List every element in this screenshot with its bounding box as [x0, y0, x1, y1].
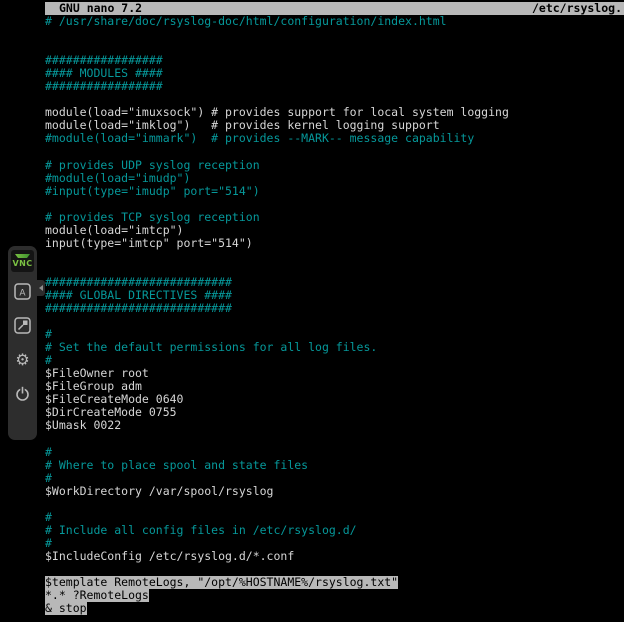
terminal-line	[45, 198, 624, 211]
terminal-line	[45, 498, 624, 511]
settings-button[interactable]: ⚙	[13, 350, 32, 369]
terminal-line: & stop	[45, 602, 87, 615]
settings-gear-icon: ⚙	[15, 350, 29, 369]
terminal-line: #module(load="imudp")	[45, 172, 624, 185]
keyboard-a-icon: A	[13, 282, 32, 301]
novnc-logo: VNC	[11, 250, 34, 272]
terminal-line: #	[45, 537, 624, 550]
terminal-line: ###########################	[45, 302, 624, 315]
terminal-line	[45, 145, 624, 158]
terminal-line: $Umask 0022	[45, 419, 624, 432]
novnc-logo-text: VNC	[13, 259, 33, 268]
terminal-line: #	[45, 472, 624, 485]
terminal-line: module(load="imtcp")	[45, 224, 624, 237]
terminal-lines: # /usr/share/doc/rsyslog-doc/html/config…	[45, 15, 624, 615]
terminal-line: #	[45, 446, 624, 459]
terminal[interactable]: GNU nano 7.2 /etc/rsyslog. # /usr/share/…	[45, 2, 624, 622]
terminal-line: # /usr/share/doc/rsyslog-doc/html/config…	[45, 15, 624, 28]
terminal-line: #module(load="immark") # provides --MARK…	[45, 132, 624, 145]
fullscreen-icon	[13, 316, 32, 335]
svg-text:A: A	[19, 289, 26, 299]
terminal-line: $WorkDirectory /var/spool/rsyslog	[45, 485, 624, 498]
terminal-line: # provides TCP syslog reception	[45, 211, 624, 224]
terminal-line	[45, 250, 624, 263]
novnc-logo-mark	[15, 254, 30, 258]
terminal-line: $IncludeConfig /etc/rsyslog.d/*.conf	[45, 550, 624, 563]
fullscreen-button[interactable]	[13, 316, 32, 335]
terminal-line	[45, 28, 624, 41]
terminal-line: # provides UDP syslog reception	[45, 159, 624, 172]
power-button[interactable]	[13, 384, 32, 403]
power-icon	[13, 384, 32, 403]
terminal-line	[45, 315, 624, 328]
terminal-line	[45, 263, 624, 276]
novnc-control-bar: VNC A ⚙	[8, 246, 37, 440]
chevron-left-icon	[39, 285, 43, 291]
terminal-line: # Include all config files in /etc/rsysl…	[45, 524, 624, 537]
terminal-line: input(type="imtcp" port="514")	[45, 237, 624, 250]
terminal-line: # Where to place spool and state files	[45, 459, 624, 472]
terminal-line: #input(type="imudp" port="514")	[45, 185, 624, 198]
keyboard-button[interactable]: A	[13, 282, 32, 301]
desktop-screen: GNU nano 7.2 /etc/rsyslog. # /usr/share/…	[0, 0, 624, 622]
terminal-line: $DirCreateMode 0755	[45, 406, 624, 419]
terminal-line: # Set the default permissions for all lo…	[45, 341, 624, 354]
control-bar-handle[interactable]	[37, 280, 45, 296]
terminal-line: #################	[45, 80, 624, 93]
terminal-line: #	[45, 511, 624, 524]
terminal-line	[45, 433, 624, 446]
nano-filename: /etc/rsyslog.	[532, 2, 622, 15]
